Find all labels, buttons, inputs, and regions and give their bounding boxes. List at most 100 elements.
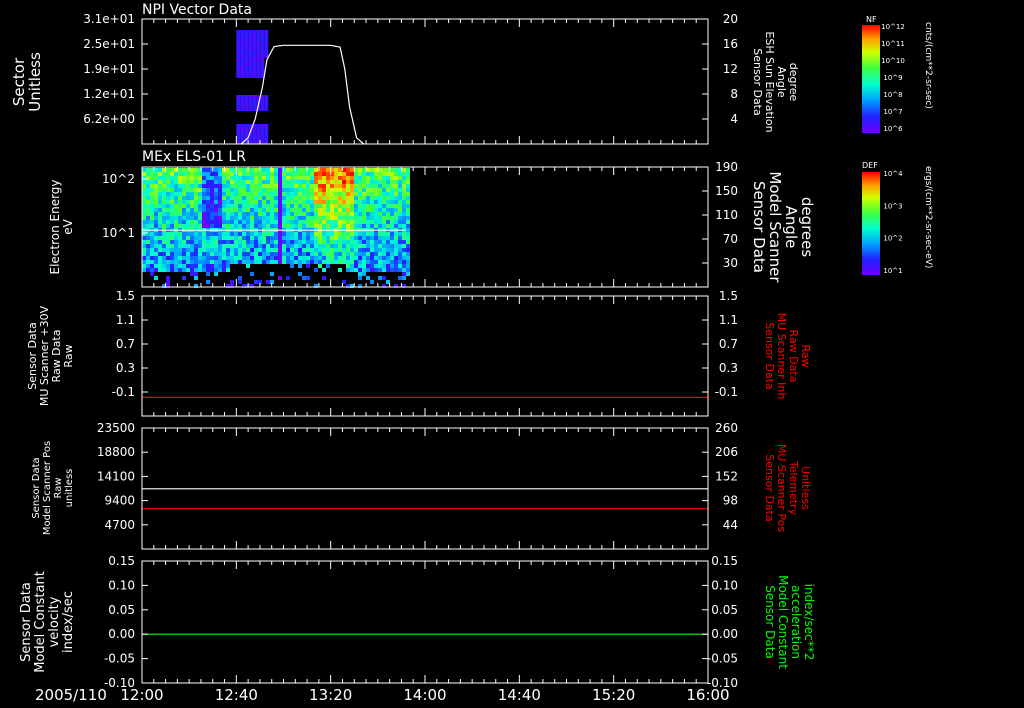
spectrogram-cell [182, 188, 186, 192]
spectrogram-cell [166, 180, 170, 184]
spectrogram-cell [306, 172, 310, 176]
spectrogram-cell [198, 176, 202, 180]
spectrogram-cell [290, 172, 294, 176]
spectrogram-cell [142, 204, 146, 208]
panel2-title: MEx ELS-01 LR [142, 149, 246, 165]
spectrogram-cell [218, 188, 222, 192]
spectrogram-cell [314, 236, 318, 240]
spectrogram-cell [286, 256, 290, 260]
heatmap-cell [244, 124, 249, 128]
spectrogram-cell [354, 176, 358, 180]
spectrogram-cell [186, 268, 190, 272]
colorbar-nf-unit: cnts/(cm**2-sr-sec) [923, 22, 933, 109]
spectrogram-cell [242, 204, 246, 208]
spectrogram-cell [370, 256, 374, 260]
spectrogram-cell [318, 188, 322, 192]
spectrogram-cell [362, 224, 366, 228]
spectrogram-cell [242, 212, 246, 216]
spectrogram-cell [294, 224, 298, 228]
panel-3-ytick-left: 0.3 [116, 361, 135, 375]
spectrogram-cell [154, 264, 158, 268]
heatmap-cell [256, 50, 261, 54]
spectrogram-cell [390, 188, 394, 192]
spectrogram-cell [334, 192, 338, 196]
spectrogram-cell [282, 208, 286, 212]
spectrogram-cell [346, 256, 350, 260]
spectrogram-cell [294, 236, 298, 240]
spectrogram-cell [346, 264, 350, 268]
spectrogram-cell [178, 176, 182, 180]
panel-5-ytick-right: 0.00 [711, 627, 738, 641]
spectrogram-cell [198, 200, 202, 204]
spectrogram-cell [406, 236, 410, 240]
spectrogram-cell [366, 260, 370, 264]
spectrogram-cell [298, 172, 302, 176]
spectrogram-cell [394, 196, 398, 200]
heatmap-cell [248, 62, 253, 66]
heatmap-cell [252, 34, 257, 38]
spectrogram-cell [382, 224, 386, 228]
heatmap-cell [256, 42, 261, 46]
spectrogram-cell [202, 240, 206, 244]
spectrogram-cell [402, 260, 406, 264]
spectrogram-cell [230, 280, 234, 284]
heatmap-cell [236, 124, 241, 128]
spectrogram-cell [350, 212, 354, 216]
spectrogram-cell [254, 212, 258, 216]
spectrogram-cell [146, 252, 150, 256]
spectrogram-cell [386, 208, 390, 212]
spectrogram-cell [326, 216, 330, 220]
spectrogram-cell [198, 208, 202, 212]
spectrogram-cell [154, 260, 158, 264]
spectrogram-cell [378, 176, 382, 180]
heatmap-cell [252, 128, 257, 132]
heatmap-cell [236, 30, 241, 34]
spectrogram-cell [322, 224, 326, 228]
panel-3-ytick-left: 1.5 [116, 289, 135, 303]
heatmap-cell [260, 30, 265, 34]
spectrogram-cell [198, 240, 202, 244]
spectrogram-cell [382, 248, 386, 252]
spectrogram-cell [270, 184, 274, 188]
heatmap-cell [264, 38, 269, 42]
spectrogram-cell [290, 220, 294, 224]
spectrogram-cell [186, 264, 190, 268]
spectrogram-cell [350, 204, 354, 208]
spectrogram-cell [378, 256, 382, 260]
spectrogram-cell [330, 236, 334, 240]
spectrogram-cell [406, 244, 410, 248]
spectrogram-cell [222, 176, 226, 180]
spectrogram-cell [298, 236, 302, 240]
spectrogram-cell [342, 204, 346, 208]
spectrogram-cell [274, 192, 278, 196]
spectrogram-cell [222, 208, 226, 212]
spectrogram-cell [198, 264, 202, 268]
spectrogram-cell [290, 248, 294, 252]
spectrogram-cell [366, 256, 370, 260]
spectrogram-cell [322, 204, 326, 208]
spectrogram-cell [146, 248, 150, 252]
spectrogram-cell [186, 196, 190, 200]
spectrogram-cell [326, 224, 330, 228]
panel-1-ytick-right: 12 [723, 62, 738, 76]
spectrogram-cell [150, 240, 154, 244]
spectrogram-cell [330, 204, 334, 208]
spectrogram-cell [170, 184, 174, 188]
spectrogram-cell [366, 172, 370, 176]
spectrogram-cell [218, 192, 222, 196]
spectrogram-cell [290, 188, 294, 192]
panel-3-ytick-right: 1.1 [719, 313, 738, 327]
spectrogram-cell [186, 260, 190, 264]
spectrogram-cell [238, 196, 242, 200]
spectrogram-cell [406, 228, 410, 232]
spectrogram-cell [282, 224, 286, 228]
heatmap-cell [244, 62, 249, 66]
spectrogram-cell [358, 184, 362, 188]
spectrogram-cell [246, 208, 250, 212]
spectrogram-cell [182, 256, 186, 260]
heatmap-cell [256, 74, 261, 78]
spectrogram-cell [150, 268, 154, 272]
spectrogram-cell [294, 188, 298, 192]
spectrogram-cell [210, 268, 214, 272]
spectrogram-cell [374, 244, 378, 248]
